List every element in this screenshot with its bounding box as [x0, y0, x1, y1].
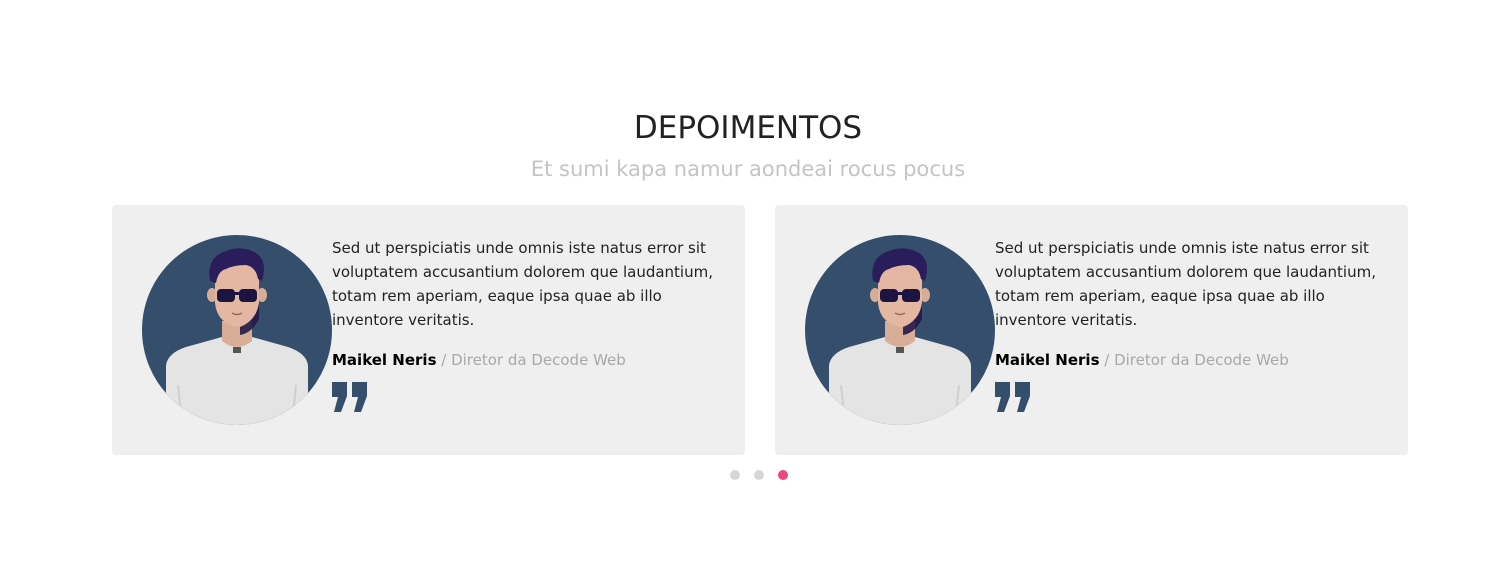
author-role: Diretor da Decode Web — [451, 351, 626, 369]
testimonial-author-line: Maikel Neris / Diretor da Decode Web — [995, 348, 1395, 372]
author-name: Maikel Neris — [995, 351, 1100, 369]
author-separator: / — [436, 351, 452, 369]
testimonial-content: Sed ut perspiciatis unde omnis iste natu… — [995, 236, 1395, 412]
testimonial-card: Sed ut perspiciatis unde omnis iste natu… — [775, 205, 1408, 455]
testimonial-text: Sed ut perspiciatis unde omnis iste natu… — [332, 239, 713, 329]
carousel-dot-1[interactable] — [730, 470, 740, 480]
closing-quote-icon — [332, 382, 368, 412]
man-with-sunglasses-avatar — [805, 235, 995, 425]
section-title: DEPOIMENTOS — [633, 110, 863, 146]
section-subtitle: Et sumi kapa namur aondeai rocus pocus — [530, 157, 966, 181]
testimonial-content: Sed ut perspiciatis unde omnis iste natu… — [332, 236, 732, 412]
carousel-dot-2[interactable] — [754, 470, 764, 480]
author-role: Diretor da Decode Web — [1114, 351, 1289, 369]
author-name: Maikel Neris — [332, 351, 437, 369]
testimonial-author-line: Maikel Neris / Diretor da Decode Web — [332, 348, 732, 372]
carousel-dot-3-active[interactable] — [778, 470, 788, 480]
author-separator: / — [1099, 351, 1115, 369]
testimonial-card: Sed ut perspiciatis unde omnis iste natu… — [112, 205, 745, 455]
man-with-sunglasses-avatar — [142, 235, 332, 425]
testimonial-text: Sed ut perspiciatis unde omnis iste natu… — [995, 239, 1376, 329]
closing-quote-icon — [995, 382, 1031, 412]
testimonials-section: DEPOIMENTOS Et sumi kapa namur aondeai r… — [0, 0, 1496, 582]
